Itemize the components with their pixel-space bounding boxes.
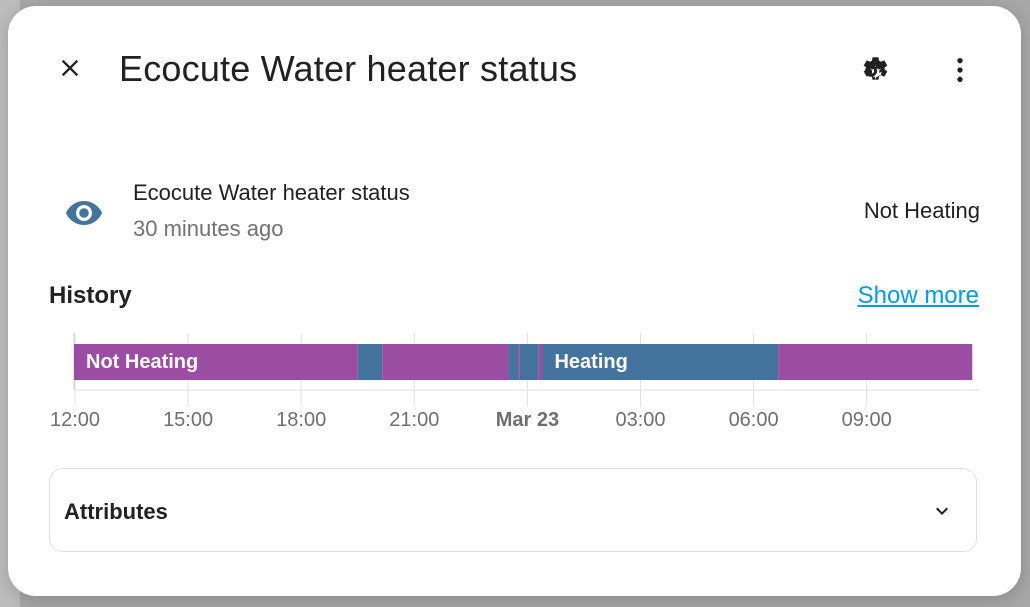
timeline-tick-label: 18:00 xyxy=(276,409,326,431)
eye-icon xyxy=(66,201,102,225)
timeline-tick-label: 12:00 xyxy=(50,409,100,431)
close-icon xyxy=(61,59,79,77)
timeline-segment-not-heating[interactable] xyxy=(74,344,358,380)
timeline-segment-not-heating[interactable] xyxy=(778,344,973,380)
timeline-tick-label: 15:00 xyxy=(163,409,213,431)
chevron-down-icon xyxy=(936,507,948,515)
timeline-tick-label: 09:00 xyxy=(842,409,892,431)
history-title: History xyxy=(49,282,132,309)
settings-button[interactable] xyxy=(852,48,896,92)
gear-icon xyxy=(863,57,888,80)
timeline-segment-heating[interactable] xyxy=(542,344,779,380)
timeline-tick-label: 03:00 xyxy=(615,409,665,431)
timeline-segment-not-heating[interactable] xyxy=(382,344,509,380)
timeline-tick-label: Mar 23 xyxy=(496,409,559,431)
entity-name: Ecocute Water heater status xyxy=(133,180,410,205)
entity-last-changed: 30 minutes ago xyxy=(133,216,284,241)
close-button[interactable] xyxy=(52,50,88,86)
more-options-button[interactable] xyxy=(938,48,982,92)
attributes-expander[interactable]: Attributes xyxy=(49,468,977,552)
show-more-link[interactable]: Show more xyxy=(858,282,979,310)
timeline-segment-not-heating[interactable] xyxy=(538,344,543,380)
entity-state: Not Heating xyxy=(863,198,980,223)
entity-row: Ecocute Water heater status 30 minutes a… xyxy=(64,176,980,246)
timeline-segment-heating[interactable] xyxy=(519,344,539,380)
dialog-title: Ecocute Water heater status xyxy=(119,48,578,89)
timeline-segment-heating[interactable] xyxy=(357,344,383,380)
timeline-segment-not-heating[interactable] xyxy=(517,344,520,380)
timeline-tick-label: 06:00 xyxy=(729,409,779,431)
timeline-segment-heating[interactable] xyxy=(508,344,518,380)
timeline-tick-label: 21:00 xyxy=(389,409,439,431)
attributes-label: Attributes xyxy=(64,499,168,524)
more-vertical-icon xyxy=(957,58,963,82)
more-info-dialog: Ecocute Water heater status Ecocute Wate… xyxy=(8,6,1021,596)
